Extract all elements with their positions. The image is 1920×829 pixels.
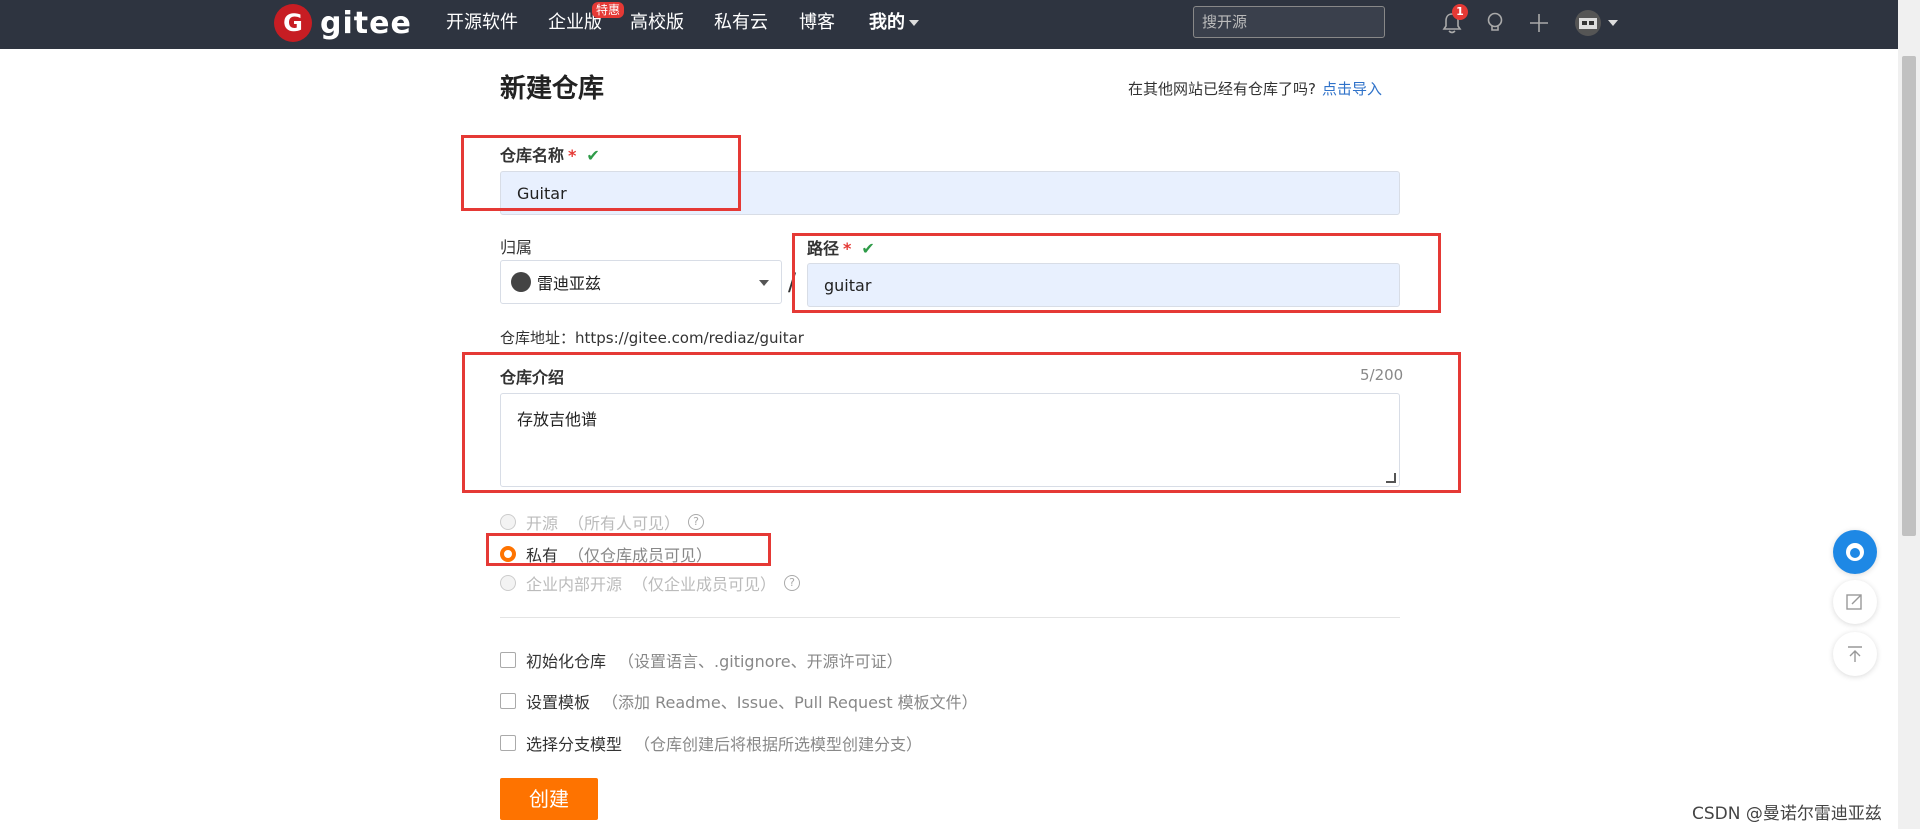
option-init-repo-sub: （设置语言、.gitignore、开源许可证） — [618, 652, 903, 671]
option-template[interactable]: 设置模板 （添加 Readme、Issue、Pull Request 模板文件） — [500, 689, 978, 713]
page-title: 新建仓库 — [500, 74, 605, 104]
visibility-open-source-sub: （所有人可见） — [568, 514, 681, 533]
arrow-up-icon — [1848, 646, 1862, 662]
import-hint-text: 在其他网站已经有仓库了吗? — [1128, 80, 1316, 98]
chevron-down-icon — [759, 280, 769, 286]
checkbox-template[interactable] — [500, 693, 516, 709]
radio-open-source[interactable] — [500, 514, 516, 530]
visibility-open-source[interactable]: 开源 （所有人可见） ? — [500, 510, 705, 534]
assistant-icon — [1846, 543, 1864, 561]
nav-open-source[interactable]: 开源软件 — [446, 0, 518, 49]
highlight-private — [486, 533, 771, 566]
nav-mine-label: 我的 — [869, 12, 905, 33]
visibility-open-source-label: 开源 — [526, 514, 559, 533]
option-branch-model-sub: （仓库创建后将根据所选模型创建分支） — [634, 735, 923, 754]
assistant-float-button[interactable] — [1833, 530, 1877, 574]
owner-avatar — [511, 272, 531, 292]
scrollbar-thumb[interactable] — [1902, 56, 1916, 536]
visibility-enterprise-label: 企业内部开源 — [526, 575, 623, 594]
owner-label: 归属 — [500, 238, 533, 257]
highlight-path — [792, 233, 1441, 313]
checkbox-init-repo[interactable] — [500, 652, 516, 668]
option-init-repo[interactable]: 初始化仓库 （设置语言、.gitignore、开源许可证） — [500, 648, 903, 672]
visibility-enterprise-sub: （仅企业成员可见） — [632, 575, 777, 594]
gitee-logo-text: gitee — [320, 5, 412, 41]
visibility-enterprise[interactable]: 企业内部开源 （仅企业成员可见） ? — [500, 571, 801, 595]
owner-name: 雷迪亚兹 — [537, 274, 602, 293]
highlight-description — [462, 352, 1461, 493]
owner-select[interactable]: 雷迪亚兹 — [500, 260, 782, 304]
import-link[interactable]: 点击导入 — [1322, 80, 1382, 98]
scrollbar[interactable] — [1898, 0, 1920, 829]
avatar-chevron-down-icon[interactable] — [1608, 20, 1618, 26]
user-avatar[interactable] — [1575, 10, 1601, 36]
option-init-repo-label: 初始化仓库 — [526, 652, 607, 671]
divider — [500, 617, 1400, 618]
nav-mine[interactable]: 我的 — [869, 0, 919, 49]
help-icon[interactable]: ? — [688, 514, 705, 530]
option-branch-model[interactable]: 选择分支模型 （仓库创建后将根据所选模型创建分支） — [500, 731, 922, 755]
repo-url: 仓库地址：https://gitee.com/rediaz/guitar — [500, 329, 804, 347]
plus-icon[interactable] — [1528, 10, 1550, 36]
nav-education[interactable]: 高校版 — [630, 0, 684, 49]
search-input[interactable] — [1193, 6, 1385, 38]
gitee-logo-icon: G — [274, 4, 312, 42]
edit-icon — [1846, 594, 1862, 610]
top-navbar: G gitee 开源软件 企业版 特惠 高校版 私有云 博客 我的 1 — [0, 0, 1898, 49]
nav-private-cloud[interactable]: 私有云 — [714, 0, 768, 49]
help-icon[interactable]: ? — [784, 575, 801, 591]
option-branch-model-label: 选择分支模型 — [526, 735, 623, 754]
highlight-repo-name — [461, 135, 741, 211]
back-to-top-button[interactable] — [1833, 632, 1877, 676]
chevron-down-icon — [909, 20, 919, 26]
gitee-logo[interactable]: G gitee — [274, 4, 412, 42]
option-template-sub: （添加 Readme、Issue、Pull Request 模板文件） — [602, 693, 978, 712]
checkbox-branch-model[interactable] — [500, 735, 516, 751]
import-hint: 在其他网站已经有仓库了吗? 点击导入 — [1128, 78, 1382, 99]
lightbulb-icon[interactable] — [1484, 10, 1506, 36]
radio-enterprise[interactable] — [500, 575, 516, 591]
option-template-label: 设置模板 — [526, 693, 591, 712]
nav-blog[interactable]: 博客 — [799, 0, 835, 49]
promo-badge: 特惠 — [592, 2, 625, 18]
create-button[interactable]: 创建 — [500, 778, 598, 820]
notification-count-badge: 1 — [1452, 4, 1468, 20]
feedback-float-button[interactable] — [1833, 580, 1877, 624]
csdn-watermark: CSDN @曼诺尔雷迪亚兹 — [1692, 804, 1882, 824]
